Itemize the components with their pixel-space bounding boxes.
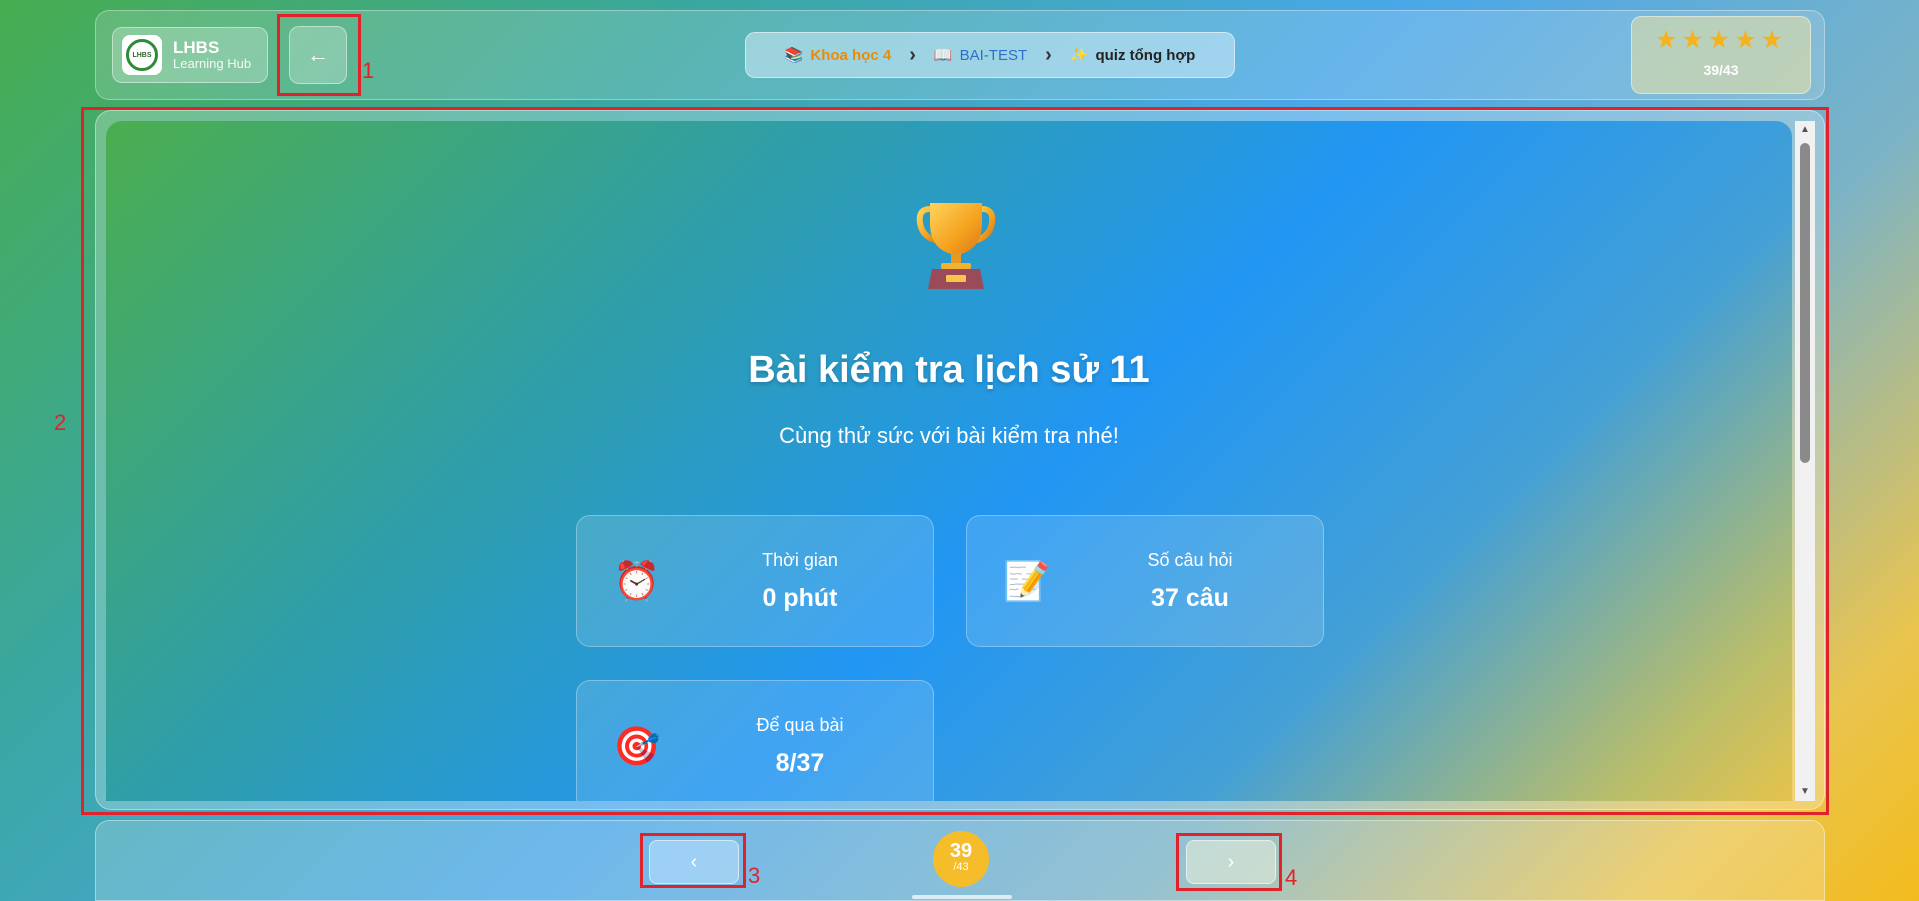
page-total: /43 [953,861,969,873]
bottom-navigation: ‹ 39 /43 › [95,820,1825,901]
sparkles-icon: ✨ [1069,47,1089,64]
annotation-box-3 [640,833,746,888]
breadcrumb: 📚 Khoa học 4 › 📖 BAI-TEST › ✨ quiz tổng … [745,32,1235,78]
breadcrumb-item-lesson[interactable]: 📖 BAI-TEST [933,46,1028,65]
page-current: 39 [949,840,973,862]
book-icon: 📖 [933,47,953,64]
star-rating: ★★★★★ [1654,26,1788,54]
breadcrumb-label: BAI-TEST [959,46,1028,64]
breadcrumb-label: quiz tổng hợp [1095,46,1196,64]
app-logo[interactable]: LHBS LHBS Learning Hub [112,27,268,83]
annotation-label-2: 2 [54,410,67,435]
annotation-label-1: 1 [362,58,375,83]
annotation-label-4: 4 [1285,865,1298,890]
logo-badge-text: LHBS [126,39,158,71]
logo-subtitle: Learning Hub [173,56,252,72]
breadcrumb-item-course[interactable]: 📚 Khoa học 4 [784,46,892,65]
progress-box: ★★★★★ 39/43 [1631,16,1811,94]
logo-badge: LHBS [122,35,162,75]
chevron-right-icon: › [1045,43,1052,66]
footer-indicator-bar [912,895,1012,899]
progress-count: 39/43 [1703,62,1739,78]
annotation-box-2 [81,107,1829,815]
books-icon: 📚 [784,47,804,64]
annotation-label-3: 3 [748,863,761,888]
page-indicator: 39 /43 [933,831,989,887]
annotation-box-4 [1176,833,1282,891]
chevron-right-icon: › [909,43,916,66]
breadcrumb-label: Khoa học 4 [810,46,892,64]
logo-title: LHBS [173,38,220,58]
annotation-box-1 [277,14,361,96]
breadcrumb-item-quiz: ✨ quiz tổng hợp [1069,46,1196,65]
